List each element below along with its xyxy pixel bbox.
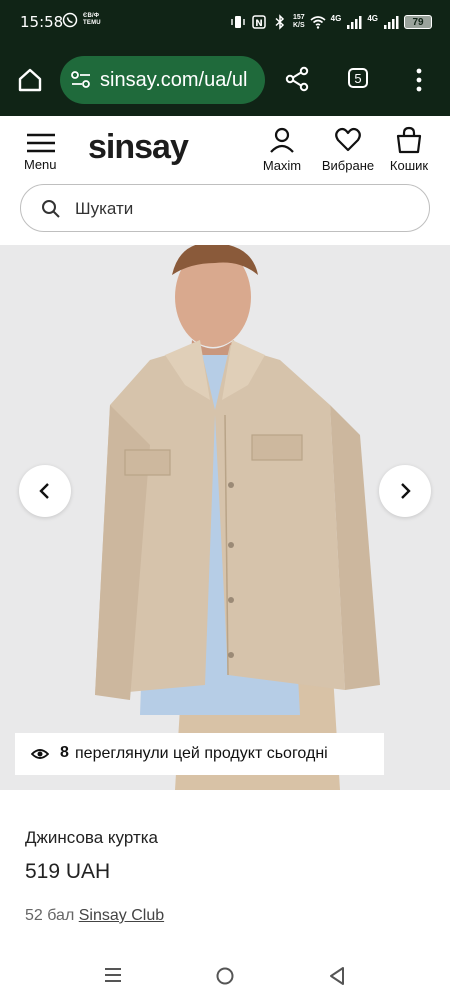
loyalty-points: 52 бал Sinsay Club [25, 907, 164, 925]
hamburger-icon[interactable] [22, 130, 62, 160]
back-nav-icon[interactable] [328, 966, 346, 986]
wifi-icon [310, 16, 326, 29]
temu-line-2: TEMU [83, 20, 101, 26]
search-input[interactable]: Шукати [20, 184, 430, 232]
tabs-icon[interactable]: 5 [348, 68, 368, 88]
points-text: 52 бал [25, 907, 75, 924]
bluetooth-icon [275, 14, 285, 30]
network-speed: 157 K/S [293, 14, 305, 30]
views-count: 8 [60, 744, 69, 761]
search-icon [42, 200, 60, 218]
speed-value: 157 [292, 14, 305, 21]
search-placeholder: Шукати [75, 199, 134, 218]
chevron-right-icon [401, 483, 411, 499]
status-time: 15:58 [20, 13, 64, 31]
tune-icon[interactable] [70, 70, 92, 90]
product-photo [95, 245, 380, 790]
recent-apps-icon[interactable] [103, 966, 123, 984]
system-nav-bar [0, 950, 450, 1000]
sinsay-club-link[interactable]: Sinsay Club [79, 907, 164, 924]
prev-image-button[interactable] [19, 465, 71, 517]
signal-icon-2 [384, 16, 399, 29]
next-image-button[interactable] [379, 465, 431, 517]
chevron-left-icon [39, 483, 49, 499]
home-icon[interactable] [16, 66, 44, 94]
temu-notification-icon: ЄВ/Ф TEMU [83, 13, 101, 27]
svg-text:N: N [255, 19, 263, 29]
bag-icon [396, 126, 422, 154]
browser-toolbar: sinsay.com/ua/ul 5 [0, 44, 450, 116]
cart-label: Кошик [389, 158, 429, 173]
account-button[interactable]: Maxim [247, 126, 317, 173]
account-label: Maxim [262, 158, 302, 173]
views-today-badge: 8 переглянули цей продукт сьогодні [15, 733, 384, 775]
eye-icon [31, 749, 49, 759]
cart-button[interactable]: Кошик [374, 126, 444, 173]
product-price: 519 UAH [25, 860, 111, 883]
address-bar[interactable]: sinsay.com/ua/ul [60, 56, 265, 104]
viber-icon [62, 12, 78, 28]
heart-icon [335, 127, 361, 152]
network-type-2: 4G [367, 13, 378, 23]
share-icon[interactable] [284, 66, 310, 92]
site-header: Menu sinsay Maxim Вибране Кошик [0, 116, 450, 186]
views-text: переглянули цей продукт сьогодні [75, 745, 328, 762]
signal-icon [347, 16, 362, 29]
speed-unit: K/S [292, 22, 305, 29]
temu-line-1: ЄВ/Ф [83, 13, 100, 19]
vibrate-icon [231, 16, 245, 28]
battery-indicator: 79 [404, 15, 432, 29]
menu-label[interactable]: Menu [24, 157, 57, 172]
more-vert-icon[interactable] [412, 66, 426, 94]
wishlist-label: Вибране [321, 158, 375, 173]
home-nav-icon[interactable] [215, 966, 235, 986]
status-icons: N 157 K/S 4G 4G 79 [230, 11, 432, 33]
product-image-gallery[interactable]: 8 переглянули цей продукт сьогодні [0, 245, 450, 790]
site-logo[interactable]: sinsay [88, 128, 189, 167]
nfc-icon: N [252, 15, 266, 29]
user-icon [270, 127, 294, 153]
url-text[interactable]: sinsay.com/ua/ul [100, 69, 247, 92]
status-bar: 15:58 ЄВ/Ф TEMU N 157 K/S 4G 4G 79 [0, 0, 450, 44]
wishlist-button[interactable]: Вибране [313, 126, 383, 173]
product-title: Джинсова куртка [25, 828, 159, 847]
network-type-1: 4G [330, 13, 342, 23]
